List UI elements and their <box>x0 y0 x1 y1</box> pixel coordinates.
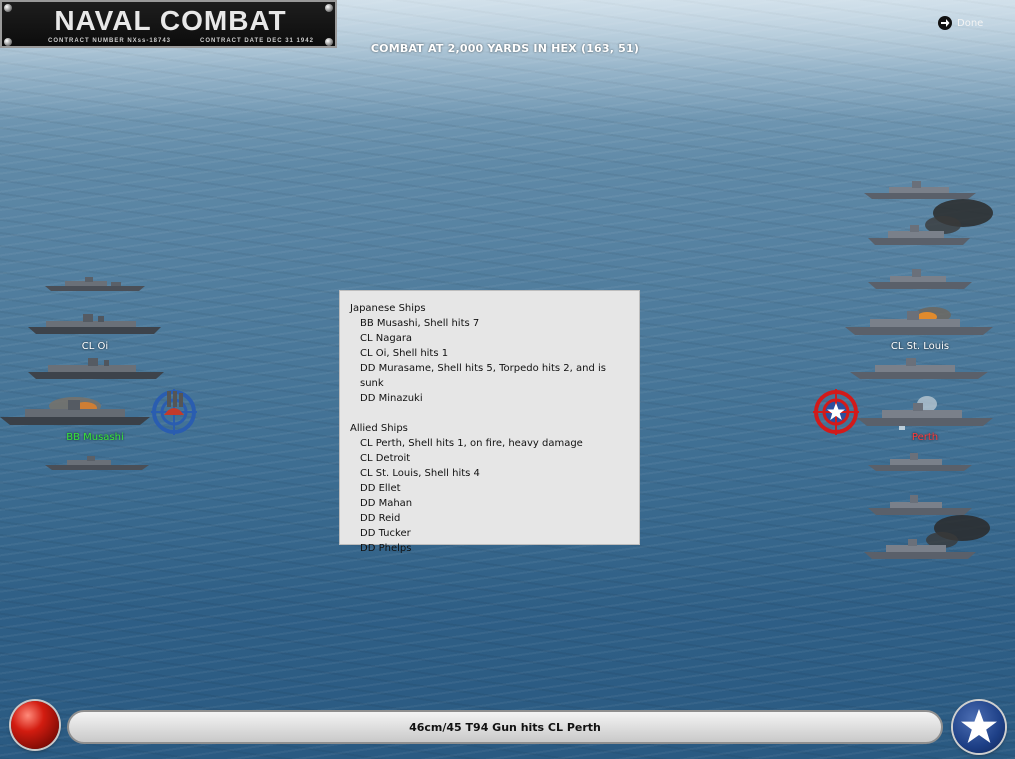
ship-label-cl-st-louis: CL St. Louis <box>890 341 950 352</box>
allied-ship-cl-perth[interactable] <box>857 392 993 430</box>
report-line: DD Phelps <box>360 543 412 554</box>
japanese-ship-bb-musashi[interactable] <box>0 392 150 426</box>
allied-ship-3[interactable] <box>868 268 972 290</box>
allied-ships-header: Allied Ships <box>350 423 408 434</box>
report-line: CL Nagara <box>360 333 413 344</box>
combat-report-panel: Japanese Ships BB Musashi, Shell hits 7 … <box>339 290 640 554</box>
allied-ship-2[interactable] <box>868 195 998 247</box>
report-line: BB Musashi, Shell hits 7 <box>360 318 480 329</box>
japanese-ships-header: Japanese Ships <box>350 303 426 314</box>
allied-ship-cl-st-louis[interactable] <box>850 356 988 380</box>
report-line: CL Perth, Shell hits 1, on fire, heavy d… <box>360 438 583 449</box>
ship-label-perth: Perth <box>911 432 939 443</box>
report-line: CL St. Louis, Shell hits 4 <box>360 468 480 479</box>
gun-turret-target-icon[interactable] <box>151 389 197 435</box>
allied-ship-7[interactable] <box>868 452 972 472</box>
allied-ship-4[interactable] <box>845 303 993 337</box>
status-message: 46cm/45 T94 Gun hits CL Perth <box>409 720 601 734</box>
report-line: CL Oi, Shell hits 1 <box>360 348 449 359</box>
title-plaque: NAVAL COMBAT CONTRACT NUMBER NXss-18743 … <box>0 0 337 48</box>
report-line: DD Minazuki <box>360 393 423 404</box>
report-spacer <box>350 406 629 421</box>
plaque-title: NAVAL COMBAT <box>54 5 287 36</box>
allied-star-glyph <box>961 709 997 743</box>
star-target-icon[interactable] <box>813 389 859 435</box>
rivet-icon <box>325 4 333 12</box>
rivet-icon <box>325 38 333 46</box>
contract-number: CONTRACT NUMBER NXss-18743 <box>48 38 172 44</box>
report-line: DD Ellet <box>360 483 401 494</box>
report-line: DD Mahan <box>360 498 413 509</box>
allied-ship-9[interactable] <box>864 508 994 562</box>
rivet-icon <box>4 4 12 12</box>
white-star-icon[interactable] <box>953 701 1005 753</box>
ship-label-bb-musashi: BB Musashi <box>66 432 124 443</box>
japanese-ship-5[interactable] <box>45 455 149 471</box>
report-line: DD Murasame, Shell hits 5, Torpedo hits … <box>360 363 607 389</box>
report-line: DD Reid <box>360 513 401 524</box>
arrow-right-icon <box>938 16 952 30</box>
red-orb-icon[interactable] <box>11 701 59 749</box>
ship-label-cl-oi: CL Oi <box>81 341 109 352</box>
rivet-icon <box>4 38 12 46</box>
status-bar: 46cm/45 T94 Gun hits CL Perth <box>67 710 943 744</box>
japanese-ship-cl-oi[interactable] <box>28 356 164 380</box>
contract-date: CONTRACT DATE DEC 31 1942 <box>200 38 314 44</box>
combat-header: COMBAT AT 2,000 YARDS IN HEX (163, 51) <box>370 42 640 55</box>
done-button[interactable]: Done <box>938 15 983 31</box>
japanese-ship-1[interactable] <box>45 276 145 292</box>
report-line: CL Detroit <box>360 453 411 464</box>
japanese-ship-2[interactable] <box>28 313 161 335</box>
done-label: Done <box>957 17 984 29</box>
report-line: DD Tucker <box>360 528 411 539</box>
